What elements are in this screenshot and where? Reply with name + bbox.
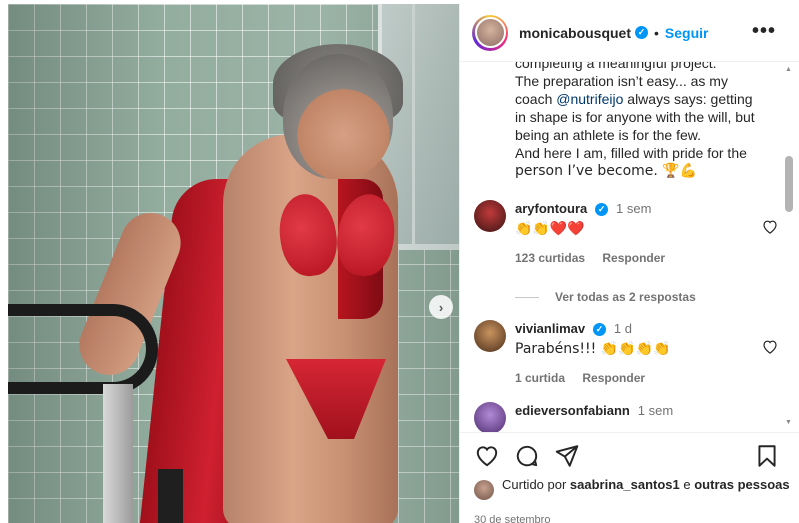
liker-username[interactable]: saabrina_santos1 (570, 477, 680, 492)
comment-username[interactable]: edieversonfabiann (515, 403, 630, 418)
post-panel: monicabousquet ✓ • Seguir ••• completing… (459, 4, 799, 523)
post-date[interactable]: 30 de setembro (474, 514, 550, 523)
verified-icon: ✓ (635, 26, 649, 39)
comment-time[interactable]: 1 sem (616, 201, 651, 216)
post-header: monicabousquet ✓ • Seguir ••• (460, 4, 799, 62)
commenter-avatar[interactable] (474, 320, 506, 352)
action-bar (460, 432, 799, 472)
post-caption: completing a meaningful project. The pre… (515, 62, 755, 179)
comment-heart-icon[interactable] (762, 219, 778, 238)
verified-icon: ✓ (593, 322, 606, 336)
comment-likes[interactable]: 123 curtidas (515, 251, 585, 265)
next-image-button[interactable]: › (429, 295, 453, 319)
comment-icon[interactable] (514, 443, 540, 469)
comment-heart-icon[interactable] (762, 339, 778, 358)
reply-button[interactable]: Responder (602, 251, 665, 265)
comment-likes[interactable]: 1 curtida (515, 371, 565, 385)
commenter-avatar[interactable] (474, 200, 506, 232)
scroll-down-icon[interactable]: ▼ (785, 419, 792, 426)
scroll-up-icon[interactable]: ▲ (785, 66, 792, 73)
comments-scroll[interactable]: completing a meaningful project. The pre… (460, 62, 799, 432)
bike-post (103, 384, 133, 523)
comment-meta: 123 curtidas Responder (515, 251, 755, 265)
share-icon[interactable] (554, 443, 580, 469)
comment-text: 👏👏❤️❤️ (515, 221, 585, 237)
bike-handlebar (8, 304, 158, 394)
comment-text: Parabéns!!! 👏👏👏👏 (515, 341, 671, 357)
heart-icon[interactable] (474, 443, 500, 469)
follow-button[interactable]: Seguir (665, 25, 709, 41)
comment-time[interactable]: 1 sem (638, 403, 673, 418)
verified-icon: ✓ (595, 202, 609, 216)
view-replies-button[interactable]: Ver todas as 2 respostas (515, 290, 696, 304)
other-likers-link[interactable]: outras pessoas (694, 477, 789, 492)
comment-username[interactable]: aryfontoura (515, 201, 587, 216)
bikini-top (274, 190, 400, 280)
commenter-avatar[interactable] (474, 402, 506, 432)
scrollbar-thumb[interactable] (785, 156, 793, 212)
comment-time[interactable]: 1 d (614, 321, 632, 336)
scrollbar[interactable]: ▲ ▼ (785, 66, 793, 426)
reply-button[interactable]: Responder (582, 371, 645, 385)
liker-avatar[interactable] (474, 480, 494, 500)
head (283, 54, 393, 179)
liked-by: Curtido por saabrina_santos1 e outras pe… (474, 476, 794, 500)
comment-username[interactable]: vivianlimav (515, 321, 585, 336)
author-username[interactable]: monicabousquet (519, 25, 631, 41)
separator-dot: • (654, 24, 659, 41)
comment-meta: 1 curtida Responder (515, 371, 755, 385)
bike-seat (158, 469, 183, 523)
more-options-icon[interactable]: ••• (752, 21, 776, 41)
mention-link[interactable]: @nutrifeijo (556, 91, 623, 107)
post-photo[interactable]: › (8, 4, 459, 523)
bookmark-icon[interactable] (754, 443, 780, 469)
avatar[interactable] (472, 14, 508, 51)
